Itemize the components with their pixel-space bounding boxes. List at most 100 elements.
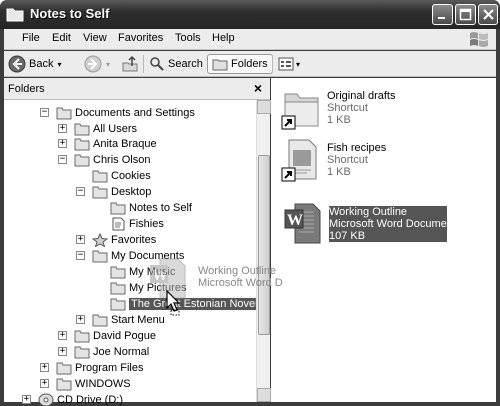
tree-item-label: Cookies [111,170,151,182]
folder-shortcut-icon [281,93,319,130]
file-size: 1 KB [327,166,351,178]
tree-item-label: WINDOWS [75,378,131,390]
tree-item[interactable]: + Start Menu [76,312,165,328]
explorer-window: Notes to Self File Edit View Favorites T… [0,0,500,406]
search-icon [150,57,164,71]
tree-item[interactable]: + Favorites [76,232,156,248]
tree-item[interactable]: + Anita Braque [58,136,157,152]
tree-expander-icon[interactable]: + [22,395,31,404]
tree-expander-icon[interactable]: + [40,379,49,388]
tree-item[interactable]: + David Pogue [58,328,156,344]
scroll-down-arrow[interactable] [257,388,271,402]
tree-expander-icon[interactable]: − [58,155,67,164]
back-label: Back [29,58,54,70]
folder-icon [56,107,72,120]
menu-favorites[interactable]: Favorites [118,32,163,44]
tree-item[interactable]: − Desktop [76,184,152,200]
file-name: Fish recipes [327,142,387,154]
file-item-selected[interactable]: W [283,202,323,249]
folders-icon [212,59,228,71]
folder-icon [92,170,108,183]
tree-expander-icon[interactable]: + [40,363,49,372]
tree-item[interactable]: Notes to Self [110,200,192,216]
tree-item-label: Fishies [129,218,164,230]
folder-icon [110,282,126,295]
scroll-up-arrow[interactable] [257,100,271,114]
forward-arrow-icon [84,55,102,73]
search-button[interactable]: Search [149,54,203,74]
close-pane-icon[interactable]: × [254,80,262,96]
folder-icon [56,378,72,391]
tree-item[interactable]: + Joe Normal [58,344,149,360]
folders-button[interactable]: Folders [207,54,273,74]
mouse-cursor-icon [166,290,181,316]
minimize-icon [438,17,445,19]
folder-icon [92,186,108,199]
window-title: Notes to Self [30,6,110,21]
menu-tools[interactable]: Tools [175,32,201,44]
tree-item-label: Desktop [111,186,152,198]
forward-dropdown-icon[interactable]: ▾ [106,60,110,69]
tree-expander-icon[interactable]: + [76,315,85,324]
selected-file-label: Working Outline Microsoft Word Document … [329,206,456,242]
svg-text:W: W [152,267,168,284]
tree-expander-icon[interactable]: + [58,331,67,340]
tree-expander-icon[interactable]: − [76,251,85,260]
file-type: Microsoft Word Document [329,218,456,230]
tree-expander-icon[interactable]: − [40,108,49,117]
folder-icon [110,266,126,279]
forward-button[interactable]: ▾ [84,54,110,74]
svg-text:W: W [287,212,303,229]
file-item[interactable] [281,88,321,133]
search-label: Search [168,58,203,70]
tree-item[interactable]: − Documents and Settings [40,105,195,121]
tree-item-label: David Pogue [93,330,156,342]
up-folder-button[interactable] [121,54,139,74]
menu-file[interactable]: File [22,32,40,44]
maximize-button[interactable] [455,4,476,25]
file-name: Original drafts [327,90,396,102]
close-button[interactable] [478,4,498,25]
back-button[interactable]: Back ▾ [8,54,61,74]
folder-icon [74,346,90,359]
minimize-button[interactable] [432,4,453,25]
tree-item[interactable]: + Program Files [40,360,143,376]
tree-expander-icon[interactable]: + [76,235,85,244]
folder-icon [74,123,90,136]
menu-help[interactable]: Help [212,32,235,44]
tree-item[interactable]: − Chris Olson [58,152,151,168]
tree-item[interactable]: + CD Drive (D:) [22,392,123,406]
views-dropdown-icon: ▾ [296,59,301,69]
word-document-icon: W [284,203,321,244]
tree-item-label: All Users [93,123,138,135]
toolbar-separator [143,55,144,73]
maximize-icon [459,8,472,21]
vertical-scrollbar[interactable] [256,100,271,402]
tree-item-label: Notes to Self [129,202,192,214]
tree-item[interactable]: Cookies [92,168,151,184]
menu-view[interactable]: View [83,32,107,44]
file-item[interactable] [281,138,321,185]
tree-expander-icon[interactable]: + [58,139,67,148]
cd-drive-icon [38,393,54,406]
back-dropdown-icon[interactable]: ▾ [57,60,61,69]
toolbar-separator [272,55,273,73]
favorites-star-icon [92,233,108,247]
tree-item[interactable]: + All Users [58,121,138,137]
scroll-thumb[interactable] [258,155,270,335]
title-bar[interactable]: Notes to Self [0,0,500,29]
tree-expander-icon[interactable]: − [76,187,85,196]
folder-icon [92,250,108,263]
tree-expander-icon[interactable]: + [58,347,67,356]
up-folder-icon [122,55,138,72]
tree-item-label: Chris Olson [93,154,151,166]
drag-ghost-name: Working Outline [198,265,277,277]
folders-label: Folders [231,58,268,70]
tree-item[interactable]: Fishies [110,216,164,232]
menu-edit[interactable]: Edit [52,32,71,44]
tree-expander-icon[interactable]: + [58,124,67,133]
tree-item[interactable]: + WINDOWS [40,376,131,392]
content-pane: Original drafts Shortcut 1 KB Fish recip… [271,78,496,402]
file-size: 107 KB [329,230,366,242]
views-button[interactable]: ▾ [278,54,300,74]
